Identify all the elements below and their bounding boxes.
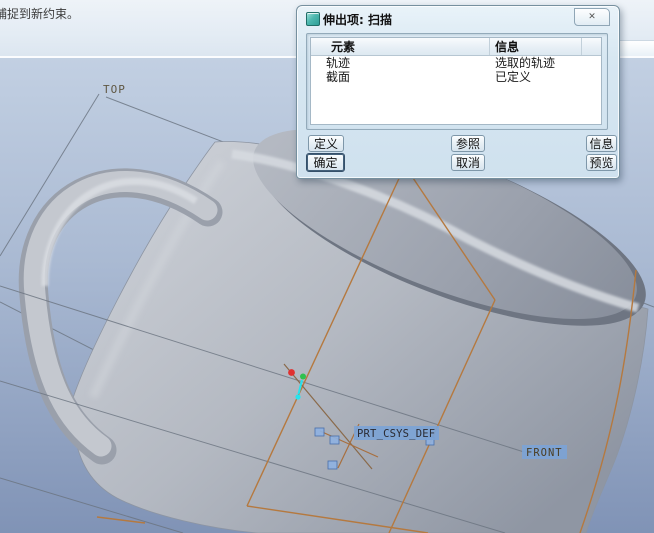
- define-button[interactable]: 定义: [308, 135, 344, 152]
- cell-info[interactable]: 已定义: [489, 70, 601, 84]
- selection-handle[interactable]: [314, 427, 325, 437]
- close-icon[interactable]: ✕: [574, 8, 610, 26]
- dialog-icon: [306, 12, 320, 26]
- table-header: 元素 信息: [311, 38, 601, 56]
- sweep-protrusion-dialog: 伸出项: 扫描 ✕ 元素 信息 轨迹 选取的轨迹 截面 已定义 定义 参照 信息…: [296, 5, 620, 179]
- selection-handle[interactable]: [327, 460, 338, 470]
- front-plane-label[interactable]: FRONT: [522, 445, 567, 459]
- cell-element[interactable]: 截面: [311, 70, 489, 84]
- column-header-spare: [581, 38, 601, 55]
- column-header-element[interactable]: 元素: [311, 38, 489, 55]
- front-label-text: FRONT: [526, 447, 563, 459]
- cell-element[interactable]: 轨迹: [311, 56, 489, 70]
- csys-label-text: PRT_CSYS_DEF: [357, 428, 435, 440]
- red-point-marker: [288, 369, 295, 376]
- status-message: 捕捉到新约束。: [0, 7, 80, 21]
- element-panel: 元素 信息 轨迹 选取的轨迹 截面 已定义: [306, 33, 608, 130]
- ok-button[interactable]: 确定: [306, 153, 345, 172]
- cell-info[interactable]: 选取的轨迹: [489, 56, 601, 70]
- top-plane-label[interactable]: TOP: [103, 83, 126, 96]
- element-table: 元素 信息 轨迹 选取的轨迹 截面 已定义: [310, 37, 602, 125]
- dialog-title: 伸出项: 扫描: [323, 13, 392, 27]
- table-row[interactable]: 轨迹 选取的轨迹: [311, 56, 601, 70]
- application-window: TOP FRONT PRT_CSYS_DEF 捕捉到新约束。 伸出项: 扫描 ✕…: [0, 0, 654, 533]
- column-header-info[interactable]: 信息: [489, 38, 581, 55]
- cancel-button[interactable]: 取消: [451, 154, 485, 171]
- green-point-marker: [300, 373, 306, 380]
- selection-handle[interactable]: [329, 435, 340, 445]
- table-row[interactable]: 截面 已定义: [311, 70, 601, 84]
- references-button[interactable]: 参照: [451, 135, 485, 152]
- info-button[interactable]: 信息: [586, 135, 617, 152]
- cyan-point-marker: [295, 394, 301, 400]
- preview-button[interactable]: 预览: [586, 154, 617, 171]
- csys-label[interactable]: PRT_CSYS_DEF: [354, 426, 439, 440]
